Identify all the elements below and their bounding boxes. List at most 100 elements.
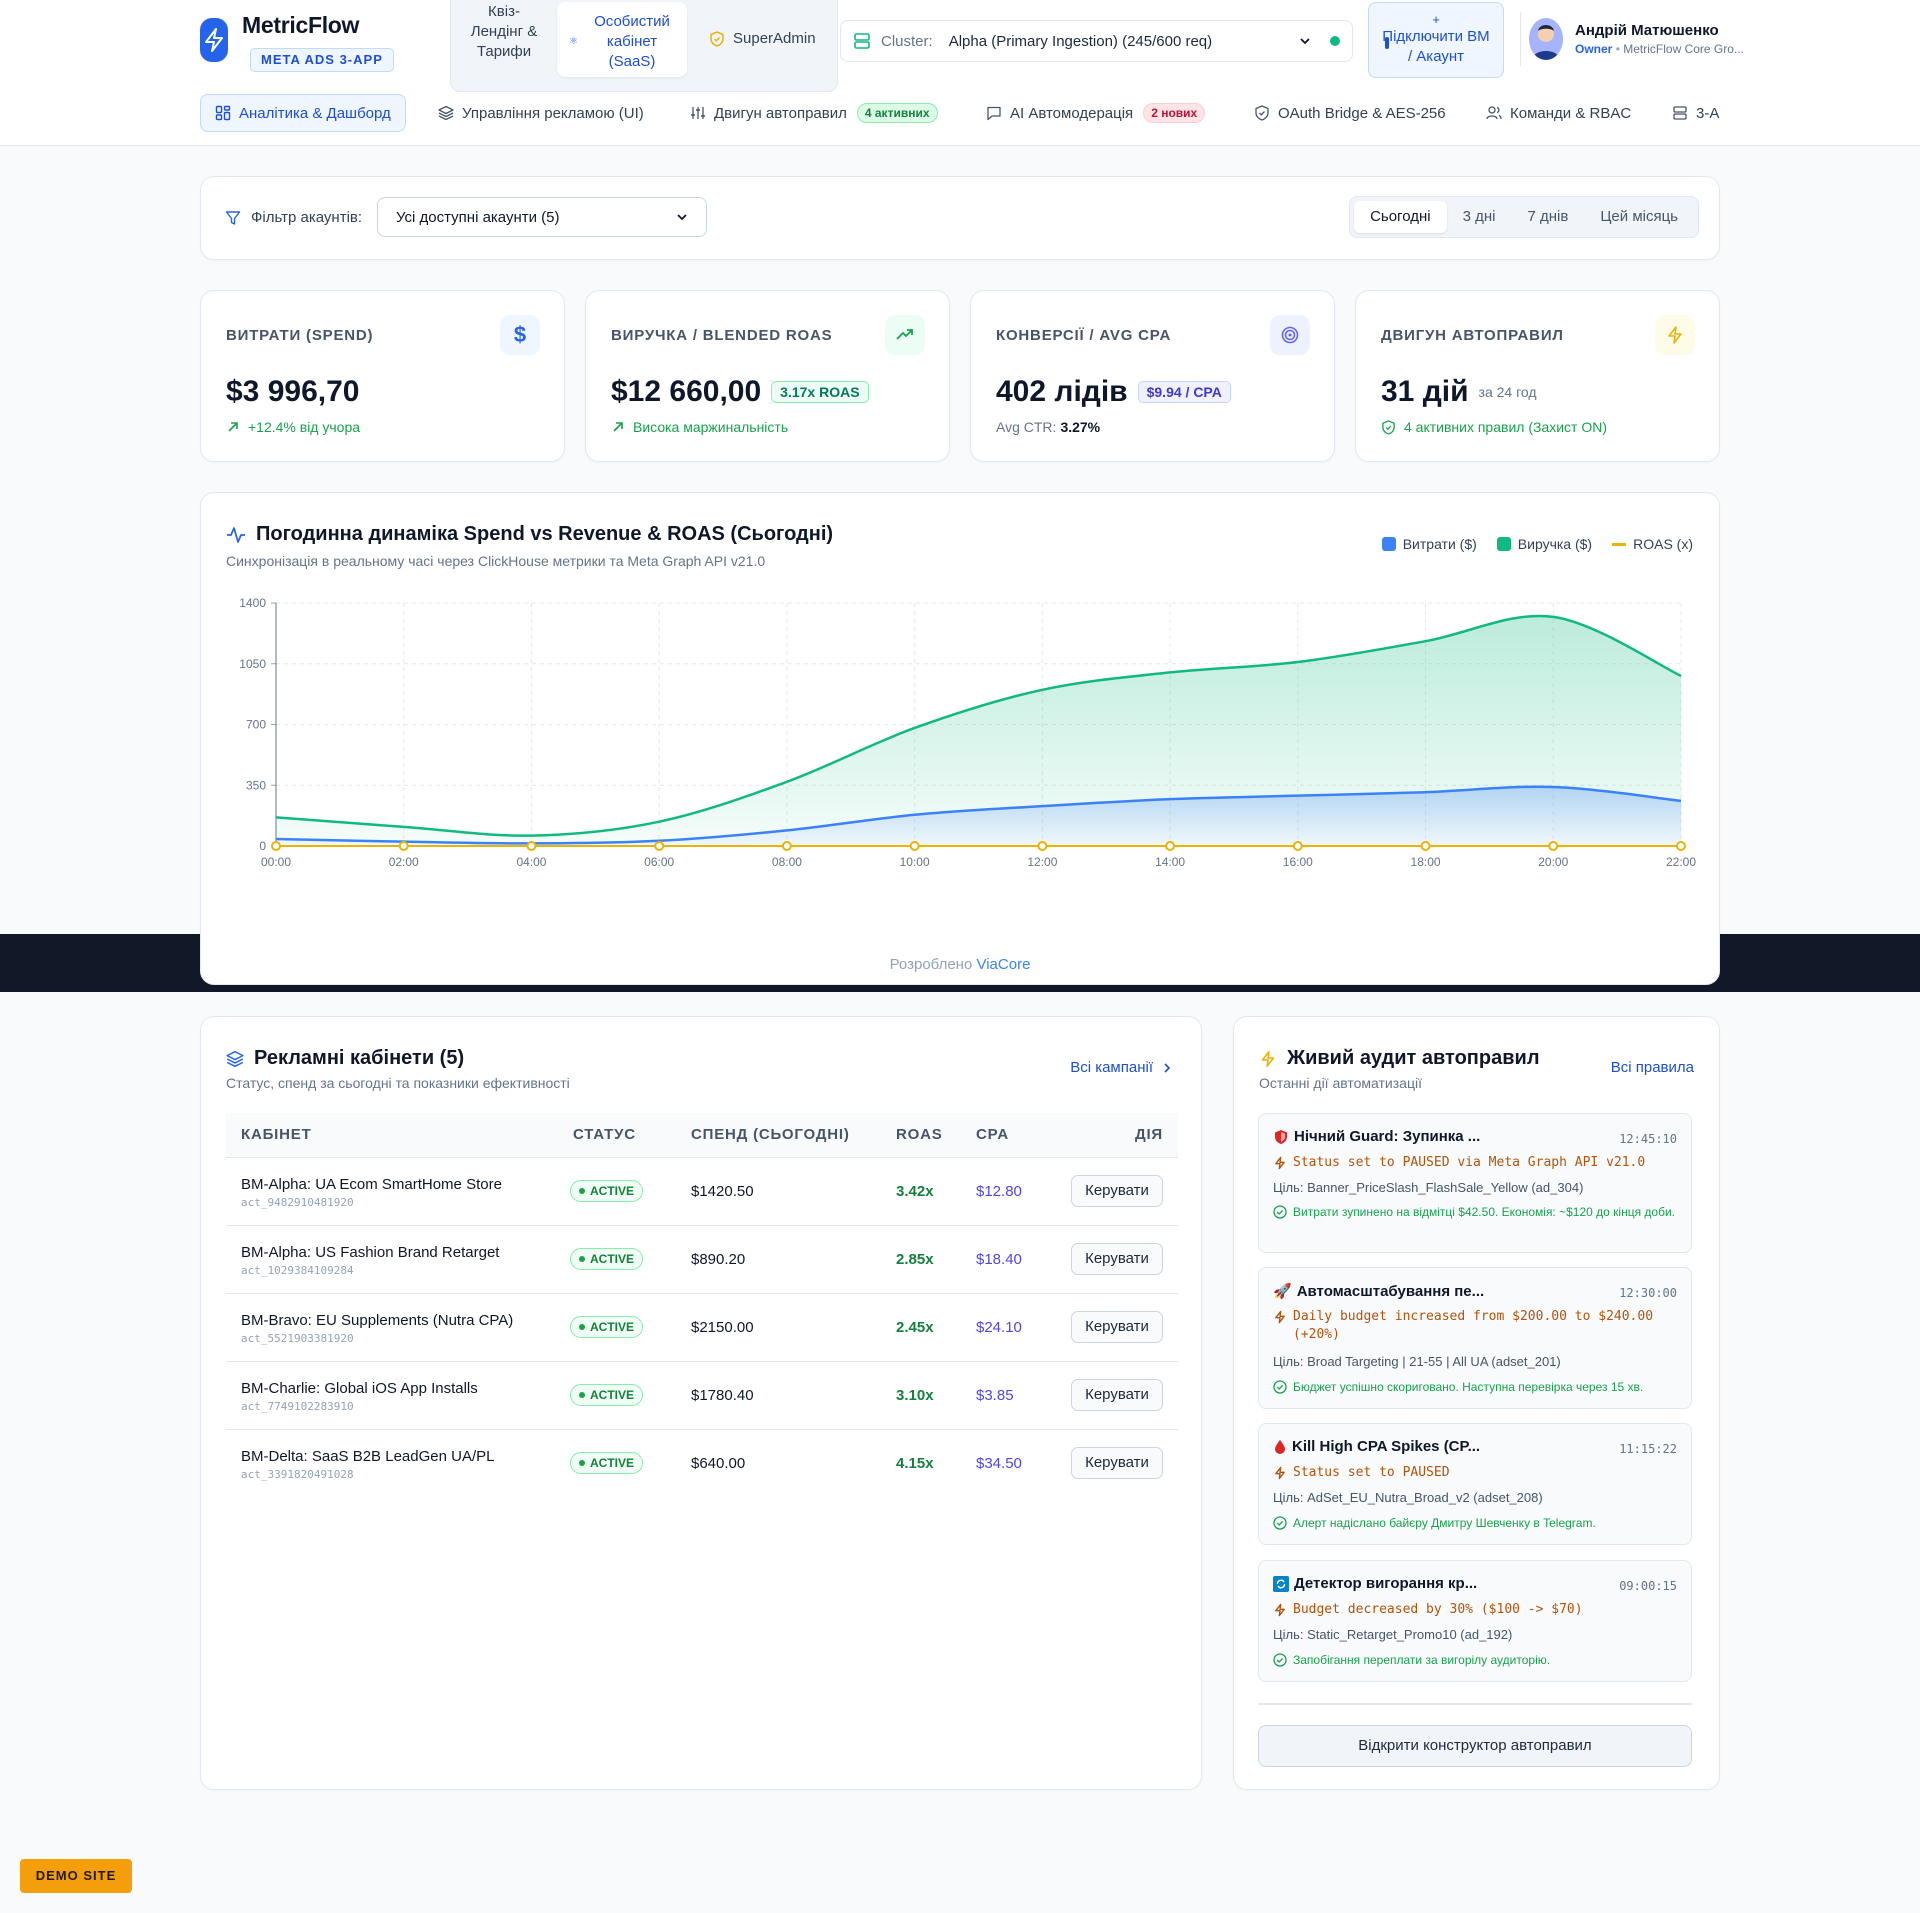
all-campaigns-link[interactable]: Всі кампанії xyxy=(1070,1059,1173,1076)
user-menu[interactable]: Андрій Матюшенко Owner • MetricFlow Core… xyxy=(1520,12,1760,66)
audit-item-action-text: Daily budget increased from $200.00 to $… xyxy=(1293,1309,1654,1342)
x-tick-label: 04:00 xyxy=(516,855,546,869)
tab-3-app[interactable]: 3-A xyxy=(1672,94,1719,132)
kpi-title: ВИРУЧКА / BLENDED ROAS xyxy=(611,327,833,344)
kpi-rules-card: ДВИГУН АВТОПРАВИЛ 31 дій за 24 год 4 акт… xyxy=(1355,290,1720,462)
x-tick-label: 14:00 xyxy=(1155,855,1185,869)
kpi-title: ВИТРАТИ (SPEND) xyxy=(226,327,374,344)
tab-oauth-bridge[interactable]: OAuth Bridge & AES-256 xyxy=(1254,94,1446,132)
audit-item-result: Алерт надіслано байєру Дмитру Шевченку в… xyxy=(1273,1515,1683,1531)
trending-up-icon xyxy=(885,315,925,355)
x-tick-label: 12:00 xyxy=(1027,855,1057,869)
roas-point xyxy=(1676,841,1686,851)
legend-spend: Витрати ($) xyxy=(1402,536,1477,552)
table-row: BM-Alpha: US Fashion Brand Retarget act_1… xyxy=(226,1225,1178,1293)
status-badge: ACTIVE xyxy=(570,1316,644,1338)
roas-point xyxy=(271,841,281,851)
tab-rules-engine[interactable]: Двигун автоправил 4 активних xyxy=(690,94,938,132)
manage-button[interactable]: Керувати xyxy=(1071,1311,1163,1343)
manage-button[interactable]: Керувати xyxy=(1071,1379,1163,1411)
manage-button[interactable]: Керувати xyxy=(1071,1175,1163,1207)
sliders-icon xyxy=(691,107,705,119)
range-today[interactable]: Сьогодні xyxy=(1354,201,1447,233)
audit-item-target: Ціль: AdSet_EU_Nutra_Broad_v2 (adset_208… xyxy=(1273,1490,1543,1505)
filter-icon xyxy=(225,210,241,225)
audit-item-result-text: Бюджет успішно скориговано. Наступна пер… xyxy=(1293,1380,1644,1394)
audit-item-title: Kill High CPA Spikes (CP... xyxy=(1292,1438,1481,1455)
table-row: BM-Alpha: UA Ecom SmartHome Store act_948… xyxy=(226,1157,1178,1225)
account-name[interactable]: BM-Alpha: UA Ecom SmartHome Store xyxy=(241,1176,502,1193)
cpa-value: $12.80 xyxy=(976,1183,1022,1200)
spend-value: $890.20 xyxy=(691,1251,746,1268)
account-name[interactable]: BM-Alpha: US Fashion Brand Retarget xyxy=(241,1244,499,1261)
account-name[interactable]: BM-Charlie: Global iOS App Installs xyxy=(241,1380,478,1397)
app-name: MetricFlow xyxy=(242,12,360,38)
audit-item-result-text: Алерт надіслано байєру Дмитру Шевченку в… xyxy=(1293,1516,1596,1530)
shield-icon xyxy=(1275,1129,1287,1144)
col-cpa: CPA xyxy=(976,1126,1009,1143)
x-tick-label: 00:00 xyxy=(261,855,291,869)
plus-icon: + xyxy=(1432,12,1440,27)
audit-item[interactable]: Детектор вигорання кр... 09:00:15 Budget… xyxy=(1258,1560,1692,1682)
kpi-conversions-card: КОНВЕРСІЇ / AVG CPA 402 лідів $9.94 / CP… xyxy=(970,290,1335,462)
x-tick-label: 16:00 xyxy=(1283,855,1313,869)
all-rules-link[interactable]: Всі правила xyxy=(1611,1059,1694,1076)
open-rule-builder-button[interactable]: Відкрити конструктор автоправил xyxy=(1258,1725,1692,1767)
audit-title-row: Живий аудит автоправил xyxy=(1259,1047,1540,1070)
audit-item-target: Ціль: Static_Retarget_Promo10 (ad_192) xyxy=(1273,1627,1513,1642)
drop-icon xyxy=(1275,1439,1285,1454)
chevron-down-icon xyxy=(677,214,687,221)
x-tick-label: 10:00 xyxy=(900,855,930,869)
account-name[interactable]: BM-Bravo: EU Supplements (Nutra CPA) xyxy=(241,1312,513,1329)
x-tick-label: 06:00 xyxy=(644,855,674,869)
roas-point xyxy=(1292,841,1303,851)
range-3-days[interactable]: 3 дні xyxy=(1447,201,1512,233)
legend-revenue-swatch xyxy=(1496,537,1511,551)
demo-site-badge[interactable]: DEMO SITE xyxy=(20,1859,132,1893)
col-action: ДІЯ xyxy=(1134,1126,1163,1143)
audit-item-title: Автомасштабування пе... xyxy=(1296,1282,1485,1300)
manage-button[interactable]: Керувати xyxy=(1071,1243,1163,1275)
tab-ai-moderation[interactable]: AI Автомодерація 2 нових xyxy=(986,94,1206,132)
tab-teams-rbac[interactable]: Команди & RBAC xyxy=(1486,94,1631,132)
segment-superadmin[interactable]: SuperAdmin xyxy=(709,30,816,47)
range-7-days[interactable]: 7 днів xyxy=(1511,201,1584,233)
segment-superadmin-label: SuperAdmin xyxy=(733,30,816,47)
audit-item[interactable]: 🚀 Автомасштабування пе... 12:30:00 Daily … xyxy=(1258,1267,1692,1409)
range-this-month[interactable]: Цей місяць xyxy=(1584,201,1694,233)
legend-revenue: Виручка ($) xyxy=(1517,536,1593,552)
audit-item-result-text: Запобігання переплати за вигорілу аудито… xyxy=(1293,1653,1551,1667)
segment-cabinet-active[interactable]: ⚛ Особистий кабінет (SaaS) xyxy=(557,2,687,77)
accounts-title: Рекламні кабінети (5) xyxy=(254,1047,465,1069)
audit-item[interactable]: Kill High CPA Spikes (CP... 11:15:22 Sta… xyxy=(1258,1423,1692,1545)
segment-cabinet-label: Особистий кабінет (SaaS) xyxy=(594,13,670,70)
status-badge: ACTIVE xyxy=(570,1384,644,1406)
cluster-selector[interactable]: Cluster: Alpha (Primary Ingestion) (245/… xyxy=(840,20,1353,62)
tab-ai-label: AI Автомодерація xyxy=(1010,104,1134,122)
credit-brand[interactable]: ViaCore xyxy=(976,956,1030,973)
cpa-value: $24.10 xyxy=(976,1319,1022,1336)
kpi-sub: Висока маржинальність xyxy=(611,419,788,435)
connect-bm-button[interactable]: + Підключити BM / Акаунт xyxy=(1368,2,1504,78)
account-id: act_9482910481920 xyxy=(241,1196,354,1209)
y-tick-label: 700 xyxy=(246,718,266,732)
tab-ads-management[interactable]: Управління рекламою (UI) xyxy=(438,94,644,132)
tab-analytics[interactable]: Аналітика & Дашборд xyxy=(200,94,406,132)
kpi-revenue-card: ВИРУЧКА / BLENDED ROAS $12 660,00 3.17x … xyxy=(585,290,950,462)
spend-value: $640.00 xyxy=(691,1455,746,1472)
segment-quiz[interactable]: Квіз-Лендінг & Тарифи xyxy=(465,2,543,62)
rocket-icon: 🚀 xyxy=(1273,1283,1292,1300)
user-meta: Owner • MetricFlow Core Gro... xyxy=(1575,42,1744,56)
legend-roas-swatch xyxy=(1612,542,1627,546)
account-filter-select[interactable]: Усі доступні акаунти (5) xyxy=(377,197,707,237)
account-name[interactable]: BM-Delta: SaaS B2B LeadGen UA/PL xyxy=(241,1448,494,1465)
audit-item[interactable]: Нічний Guard: Зупинка ... 12:45:10 Statu… xyxy=(1258,1113,1692,1253)
chevron-right-icon xyxy=(1164,1062,1171,1073)
kpi-sub: Avg CTR: 3.27% xyxy=(996,419,1100,435)
layers-icon xyxy=(226,1050,244,1067)
table-row: BM-Charlie: Global iOS App Installs act_7… xyxy=(226,1361,1178,1429)
accounts-title-row: Рекламні кабінети (5) xyxy=(226,1047,464,1070)
cluster-value: Alpha (Primary Ingestion) (245/600 req) xyxy=(948,32,1213,50)
kpi-value-row: 402 лідів $9.94 / CPA xyxy=(996,375,1231,409)
manage-button[interactable]: Керувати xyxy=(1071,1447,1163,1479)
